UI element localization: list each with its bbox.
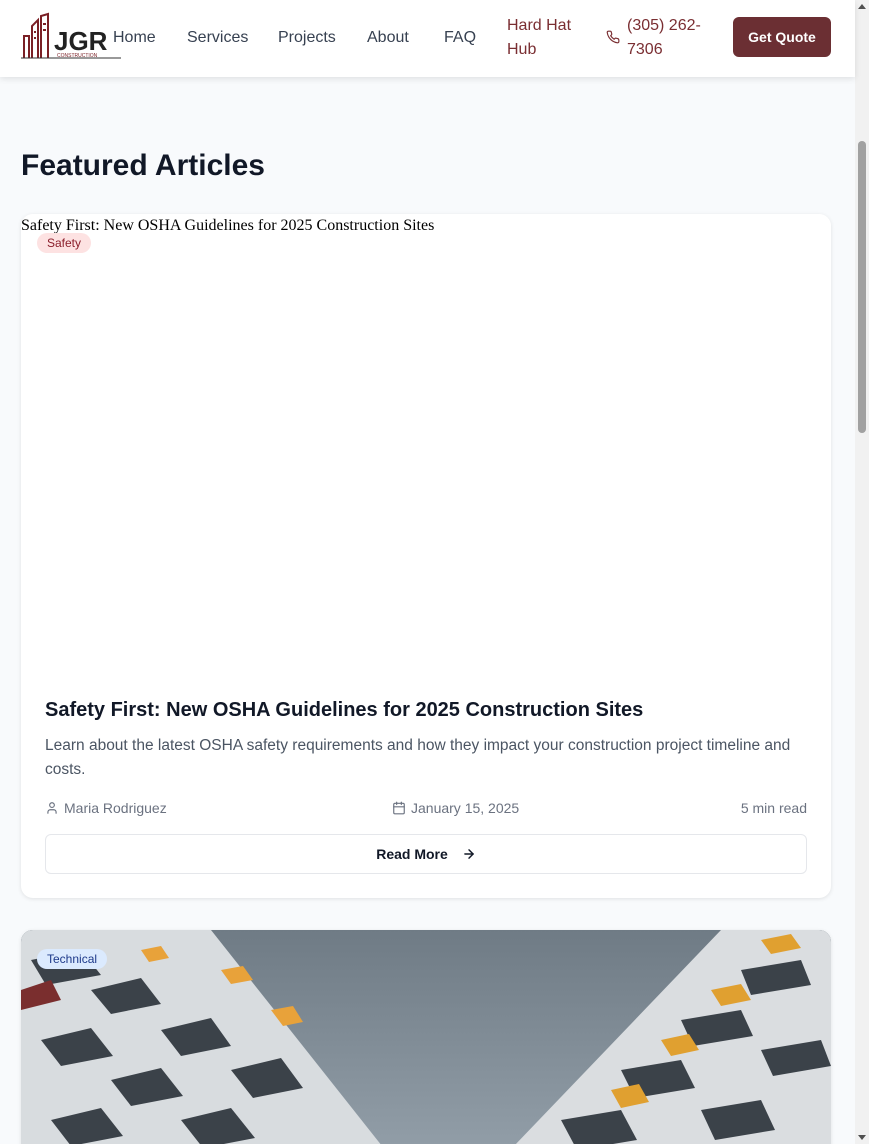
- date-text: January 15, 2025: [411, 800, 520, 816]
- section-title: Featured Articles: [21, 149, 265, 182]
- user-icon: [45, 801, 59, 815]
- nav-projects[interactable]: Projects: [278, 28, 336, 48]
- page-scrollbar[interactable]: [855, 0, 869, 1144]
- article-card: Safety First: New OSHA Guidelines for 20…: [21, 214, 831, 898]
- calendar-icon: [392, 801, 406, 815]
- read-more-button[interactable]: Read More: [45, 834, 807, 874]
- article-image: Safety First: New OSHA Guidelines for 20…: [21, 214, 831, 674]
- read-more-label: Read More: [376, 846, 448, 862]
- nav-about[interactable]: About: [367, 28, 409, 48]
- scroll-thumb[interactable]: [858, 141, 866, 433]
- scroll-up-arrow[interactable]: [858, 4, 866, 9]
- logo-text: JGR: [54, 26, 108, 56]
- logo[interactable]: JGR CONSTRUCTION: [21, 12, 121, 60]
- article-excerpt: Learn about the latest OSHA safety requi…: [45, 737, 791, 778]
- category-badge: Safety: [37, 233, 92, 253]
- read-time: 5 min read: [740, 800, 807, 816]
- article-author: Maria Rodriguez: [45, 799, 167, 817]
- article-date: January 15, 2025: [392, 799, 519, 817]
- author-name: Maria Rodriguez: [64, 800, 167, 816]
- logo-subtext: CONSTRUCTION: [57, 53, 98, 59]
- nav-home[interactable]: Home: [113, 28, 156, 48]
- nav-services[interactable]: Services: [187, 28, 248, 48]
- scroll-down-arrow[interactable]: [858, 1135, 866, 1140]
- get-quote-button[interactable]: Get Quote: [733, 17, 831, 57]
- nav-faq[interactable]: FAQ: [444, 28, 476, 48]
- article-image: [21, 930, 831, 1144]
- category-badge: Technical: [37, 949, 108, 969]
- site-header: JGR CONSTRUCTION Home Services Projects …: [0, 0, 855, 77]
- phone-link[interactable]: (305) 262-7306: [627, 14, 717, 62]
- nav-hard-hat-hub[interactable]: Hard Hat Hub: [507, 14, 587, 62]
- arrow-right-icon: [462, 847, 476, 861]
- article-card: Technical: [21, 930, 831, 1144]
- article-title[interactable]: Safety First: New OSHA Guidelines for 20…: [45, 696, 643, 724]
- phone-icon: [606, 30, 620, 44]
